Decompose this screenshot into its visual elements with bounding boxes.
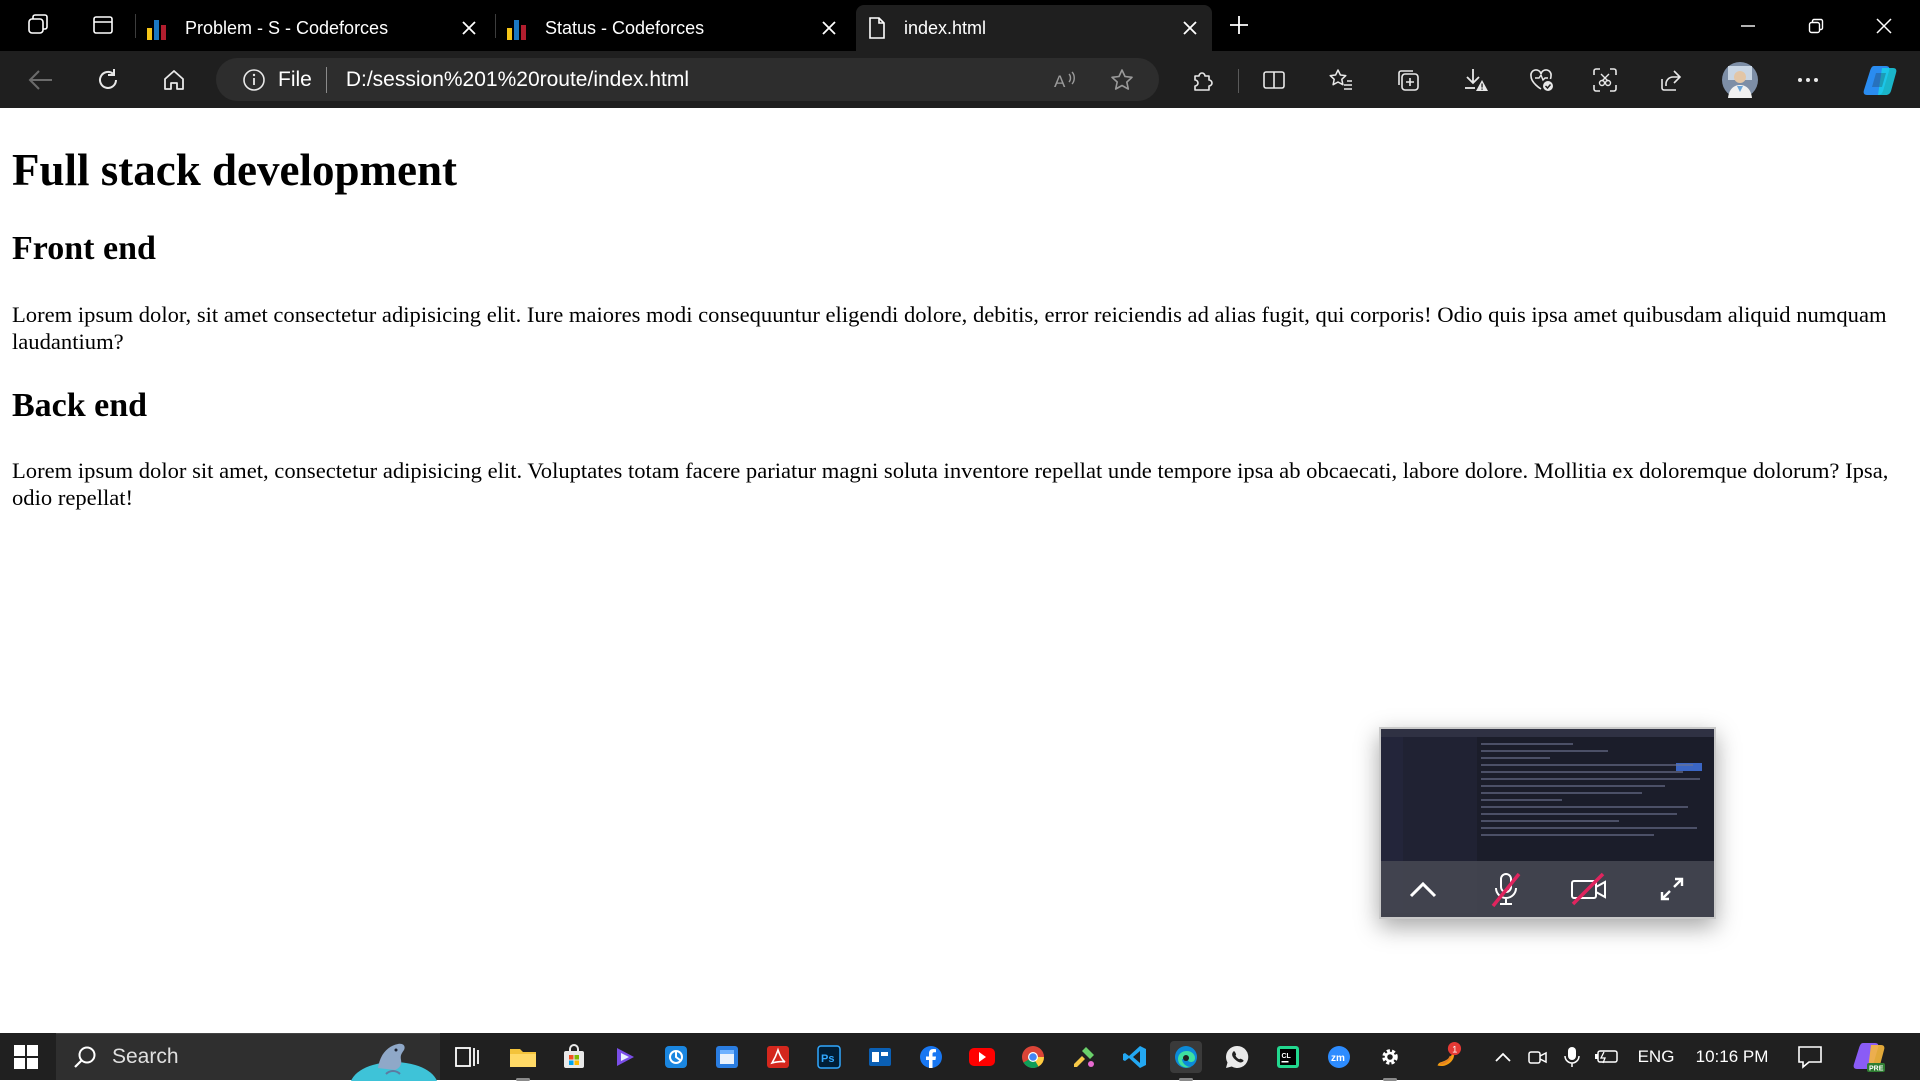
photoshop-icon[interactable]: Ps [813,1041,845,1073]
clion-icon[interactable]: CL [1272,1041,1304,1073]
language-indicator[interactable]: ENG [1634,1045,1678,1069]
search-highlight-dolphin-icon [348,1034,440,1081]
tab-title: index.html [904,17,987,38]
tab-title: Problem - S - Codeforces [185,17,389,38]
svg-text:CL: CL [1282,1053,1292,1060]
workspaces-icon[interactable] [24,10,54,40]
svg-text:Ps: Ps [821,1053,834,1065]
tab-status-codeforces[interactable]: Status - Codeforces [497,5,851,51]
codeforces-icon [147,16,171,40]
minimize-icon[interactable] [1714,0,1782,51]
app-icon[interactable] [660,1041,692,1073]
windows-taskbar: Search Ps CL zm 1 ENG 10:16 PM PRE [0,1033,1920,1081]
file-explorer-icon[interactable] [507,1041,539,1081]
close-tab-icon[interactable] [455,14,483,42]
meeting-video-preview[interactable] [1379,727,1716,919]
youtube-icon[interactable] [966,1041,998,1073]
section-paragraph-front-end: Lorem ipsum dolor, sit amet consectetur … [12,302,1887,354]
new-tab-icon[interactable] [1224,10,1254,40]
shared-screen-thumbnail [1481,743,1711,853]
camera-off-icon[interactable] [1569,869,1609,909]
whatsapp-icon[interactable] [1221,1041,1253,1073]
tab-title: Status - Codeforces [545,17,705,38]
favorites-icon[interactable] [1324,63,1358,97]
svg-text:A: A [1054,72,1066,91]
refresh-icon[interactable] [89,61,127,99]
app-icon[interactable] [1068,1041,1100,1073]
app-icon[interactable] [711,1041,743,1073]
facebook-icon[interactable] [915,1041,947,1073]
media-player-icon[interactable] [609,1041,641,1073]
app-icon[interactable] [864,1041,896,1073]
read-aloud-icon[interactable]: A [1053,67,1079,93]
browser-tab-strip: Problem - S - Codeforces Status - Codefo… [0,0,1920,51]
page-title: Full stack development [12,145,457,195]
edge-icon[interactable] [1170,1041,1202,1081]
microphone-muted-icon[interactable] [1486,869,1526,909]
taskbar-search-box[interactable]: Search [56,1033,440,1081]
meet-now-icon[interactable] [1524,1045,1552,1069]
acrobat-icon[interactable] [762,1041,794,1073]
screenshot-icon[interactable] [1588,63,1622,97]
address-bar[interactable]: File D:/session%201%20route/index.html A [216,58,1159,101]
close-window-icon[interactable] [1850,0,1918,51]
microphone-icon[interactable] [1558,1045,1586,1069]
task-view-icon[interactable] [451,1041,483,1073]
tab-index-html[interactable]: index.html [856,5,1212,51]
copilot-pre-icon[interactable]: PRE [1852,1041,1888,1073]
browser-essentials-icon[interactable] [1524,63,1558,97]
chrome-icon[interactable] [1017,1041,1049,1073]
close-tab-icon[interactable] [1176,14,1204,42]
notification-badge: 1 [1452,1043,1457,1054]
info-icon[interactable] [242,68,266,92]
settings-icon[interactable] [1374,1041,1406,1081]
close-tab-icon[interactable] [815,14,843,42]
favorite-star-icon[interactable] [1109,67,1135,93]
extensions-icon[interactable] [1185,63,1219,97]
show-hidden-icons-chevron-icon[interactable] [1490,1045,1516,1069]
browser-toolbar: File D:/session%201%20route/index.html A [0,51,1920,108]
search-label: Search [112,1045,179,1068]
share-icon[interactable] [1654,63,1688,97]
clock-time[interactable]: 10:16 PM [1690,1045,1774,1069]
collections-icon[interactable] [1391,63,1425,97]
svg-text:PRE: PRE [1869,1066,1884,1073]
section-paragraph-back-end: Lorem ipsum dolor sit amet, consectetur … [12,458,1889,510]
file-icon [866,16,890,40]
url-text[interactable]: D:/session%201%20route/index.html [346,68,689,92]
svg-text:zm: zm [1331,1053,1345,1064]
chevron-up-icon[interactable] [1403,869,1443,909]
tab-actions-icon[interactable] [88,10,118,40]
restore-icon[interactable] [1782,0,1850,51]
copilot-icon[interactable] [1861,63,1901,97]
site-scheme-label: File [278,67,312,91]
codeforces-icon [507,16,531,40]
profile-avatar[interactable] [1721,61,1759,99]
notifications-icon[interactable] [1794,1045,1826,1069]
section-heading-front-end: Front end [12,230,156,267]
split-screen-icon[interactable] [1257,63,1291,97]
search-icon [74,1046,96,1068]
preview-controls [1381,861,1714,917]
downloads-icon[interactable] [1458,63,1492,97]
notification-app-icon[interactable]: 1 [1430,1041,1462,1073]
home-icon[interactable] [155,61,193,99]
windows-start-icon[interactable] [8,1042,44,1072]
microsoft-store-icon[interactable] [558,1041,590,1073]
battery-icon[interactable] [1592,1045,1622,1069]
back-icon[interactable] [22,61,60,99]
section-heading-back-end: Back end [12,387,148,424]
expand-icon[interactable] [1652,869,1692,909]
vscode-icon[interactable] [1119,1041,1151,1073]
zoom-icon[interactable]: zm [1323,1041,1355,1073]
tab-problem-codeforces[interactable]: Problem - S - Codeforces [137,5,491,51]
more-options-icon[interactable] [1791,63,1825,97]
